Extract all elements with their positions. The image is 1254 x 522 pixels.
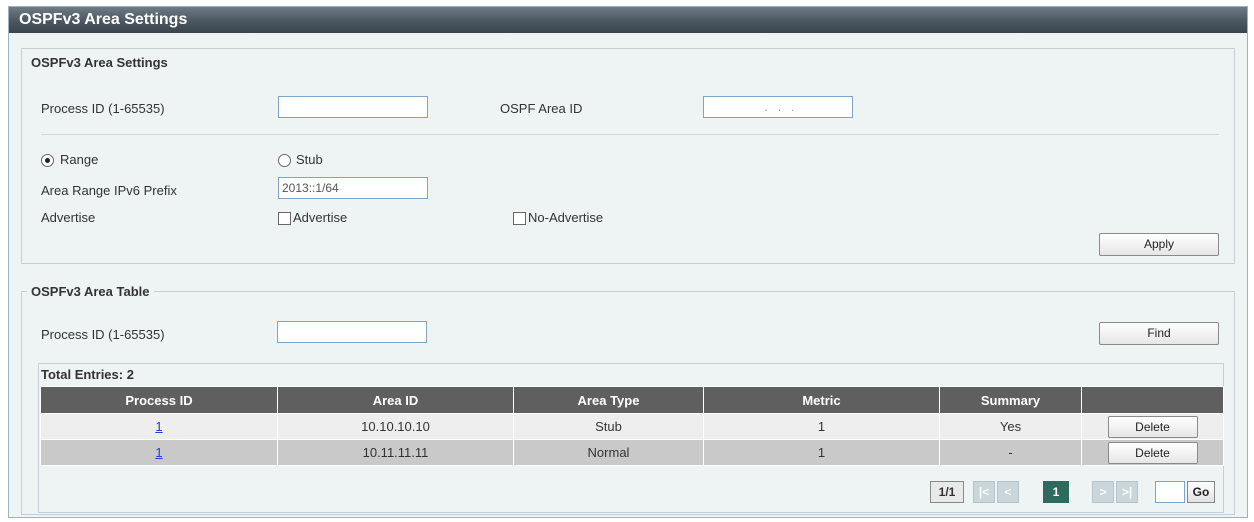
process-id-link[interactable]: 1: [155, 419, 162, 434]
table-process-id-input[interactable]: [277, 321, 427, 343]
go-page-input[interactable]: [1155, 481, 1185, 503]
cell-action: Delete: [1081, 439, 1224, 466]
cell-summary: Yes: [939, 413, 1082, 440]
col-metric: Metric: [703, 386, 940, 414]
section-divider: [41, 134, 1219, 135]
table-header-row: Process ID Area ID Area Type Metric Summ…: [40, 386, 1224, 414]
range-radio-label: Range: [60, 152, 99, 167]
cell-metric: 1: [703, 413, 940, 440]
delete-button[interactable]: Delete: [1107, 441, 1198, 464]
process-id-label: Process ID (1-65535): [41, 101, 165, 116]
apply-button[interactable]: Apply: [1099, 233, 1219, 256]
ospf-area-id-input[interactable]: [703, 96, 853, 118]
advertise-label: Advertise: [41, 210, 96, 225]
process-id-link[interactable]: 1: [155, 445, 162, 460]
area-settings-legend: OSPFv3 Area Settings: [27, 55, 172, 70]
stub-radio-label: Stub: [296, 152, 323, 167]
cell-area-type: Stub: [513, 413, 704, 440]
page-frame: OSPFv3 Area Settings OSPFv3 Area Setting…: [8, 6, 1248, 518]
cell-area-type: Normal: [513, 439, 704, 466]
process-id-input[interactable]: [278, 96, 428, 118]
col-action: [1081, 386, 1224, 414]
ospf-area-id-label: OSPF Area ID: [500, 101, 583, 116]
page-info-badge: 1/1: [930, 481, 964, 503]
area-settings-group: [21, 48, 1235, 264]
cell-process-id: 1: [40, 413, 278, 440]
stub-radio[interactable]: [278, 154, 291, 167]
no-advertise-checkbox-label: No-Advertise: [528, 210, 604, 225]
col-area-type: Area Type: [513, 386, 704, 414]
cell-area-id: 10.10.10.10: [277, 413, 514, 440]
cell-area-id: 10.11.11.11: [277, 439, 514, 466]
table-process-id-label: Process ID (1-65535): [41, 327, 165, 342]
cell-metric: 1: [703, 439, 940, 466]
col-summary: Summary: [939, 386, 1082, 414]
prev-page-button[interactable]: <: [997, 481, 1019, 503]
first-page-button[interactable]: |<: [973, 481, 995, 503]
area-table: Process ID Area ID Area Type Metric Summ…: [40, 386, 1224, 466]
area-table-legend: OSPFv3 Area Table: [27, 284, 154, 299]
go-button[interactable]: Go: [1187, 481, 1215, 503]
advertise-checkbox[interactable]: [278, 212, 291, 225]
no-advertise-checkbox[interactable]: [513, 212, 526, 225]
total-entries: Total Entries: 2: [41, 367, 134, 382]
cell-summary: -: [939, 439, 1082, 466]
cell-process-id: 1: [40, 439, 278, 466]
table-row: 1 10.10.10.10 Stub 1 Yes Delete: [40, 413, 1224, 440]
cell-action: Delete: [1081, 413, 1224, 440]
table-row: 1 10.11.11.11 Normal 1 - Delete: [40, 439, 1224, 466]
last-page-button[interactable]: >|: [1116, 481, 1138, 503]
find-button[interactable]: Find: [1099, 322, 1219, 345]
col-process-id: Process ID: [40, 386, 278, 414]
current-page-button[interactable]: 1: [1043, 481, 1069, 503]
delete-button[interactable]: Delete: [1107, 415, 1198, 438]
area-range-prefix-input[interactable]: [278, 177, 428, 199]
col-area-id: Area ID: [277, 386, 514, 414]
advertise-checkbox-label: Advertise: [293, 210, 348, 225]
next-page-button[interactable]: >: [1092, 481, 1114, 503]
area-range-prefix-label: Area Range IPv6 Prefix: [41, 183, 177, 198]
range-radio[interactable]: [41, 154, 54, 167]
page-title: OSPFv3 Area Settings: [9, 7, 1247, 33]
